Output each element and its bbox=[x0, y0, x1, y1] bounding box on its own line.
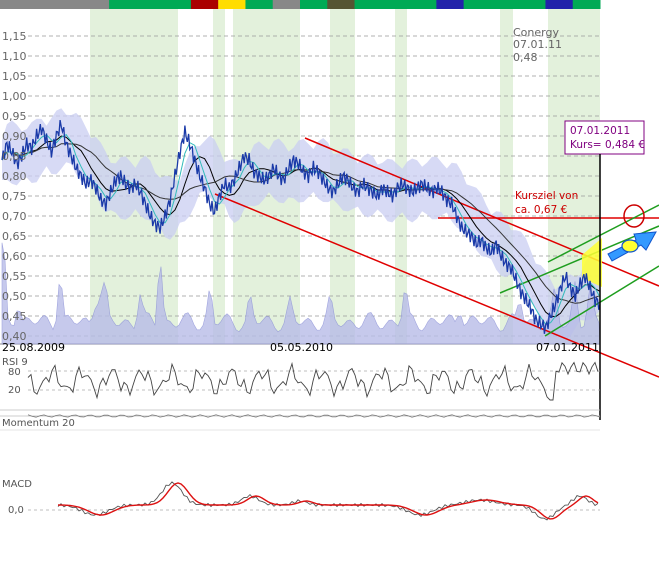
y-tick-label: 0,95 bbox=[2, 110, 27, 123]
y-tick-label: 1,00 bbox=[2, 90, 27, 103]
target-label-line2: ca. 0,67 € bbox=[515, 204, 567, 216]
momentum-label: Momentum 20 bbox=[2, 418, 75, 429]
top-strip-segment bbox=[327, 0, 356, 9]
y-tick-label: 0,45 bbox=[2, 310, 27, 323]
y-tick-label: 0,80 bbox=[2, 170, 27, 183]
instrument-date: 07.01.11 bbox=[513, 38, 562, 51]
x-label-start: 25.08.2009 bbox=[2, 341, 65, 354]
top-strip-segment bbox=[245, 0, 274, 9]
top-strip-segment bbox=[0, 0, 28, 9]
y-tick-label: 0,60 bbox=[2, 250, 27, 263]
macd-line bbox=[57, 481, 599, 521]
y-tick-label: 0,75 bbox=[2, 190, 27, 203]
top-strip-segment bbox=[54, 0, 83, 9]
top-strip-segment bbox=[190, 0, 219, 9]
top-strip-segment bbox=[463, 0, 492, 9]
y-tick-label: 1,15 bbox=[2, 30, 27, 43]
macd-signal-line bbox=[57, 482, 599, 520]
y-tick-label: 1,05 bbox=[2, 70, 27, 83]
top-strip-segment bbox=[545, 0, 574, 9]
target-circle bbox=[623, 204, 645, 228]
x-label-middle: 05.05.2010 bbox=[270, 341, 333, 354]
top-strip-segment bbox=[272, 0, 301, 9]
target-label-line1: Kursziel von bbox=[515, 190, 578, 202]
top-strip-segment bbox=[354, 0, 383, 9]
top-strip-segment bbox=[436, 0, 465, 9]
up-arrow-icon bbox=[607, 231, 657, 262]
green-band bbox=[500, 9, 513, 344]
red-upper-channel-line bbox=[304, 137, 659, 287]
y-tick-label: 0,70 bbox=[2, 210, 27, 223]
stock-chart: 1,15 1,10 1,05 1,00 0,95 0,90 0,85 0,80 0,75 0,70… bbox=[0, 0, 659, 521]
rsi-tick-80: 80 bbox=[8, 367, 21, 378]
top-strip-segment bbox=[572, 0, 601, 9]
top-strip-segment bbox=[163, 0, 192, 9]
y-tick-label: 1,10 bbox=[2, 50, 27, 63]
top-strip-segment bbox=[109, 0, 137, 9]
top-strip-segment bbox=[300, 0, 328, 9]
top-strip-segment bbox=[81, 0, 110, 9]
rsi-panel: RSI 9 80 20 bbox=[0, 357, 600, 411]
top-strip-segment bbox=[381, 0, 410, 9]
y-tick-label: 0,85 bbox=[2, 150, 27, 163]
chart-stage: 1,15 1,10 1,05 1,00 0,95 0,90 0,85 0,80 0,75 0,70… bbox=[0, 0, 659, 571]
top-strip-segment bbox=[409, 0, 437, 9]
tooltip-price: Kurs= 0,484 € bbox=[570, 139, 645, 151]
macd-label: MACD bbox=[2, 479, 32, 490]
rsi-line bbox=[27, 361, 599, 401]
momentum-panel: Momentum 20 bbox=[0, 414, 601, 431]
y-axis-tick-labels: 1,15 1,10 1,05 1,00 0,95 0,90 0,85 0,80 0,75 0,70… bbox=[2, 30, 27, 343]
y-tick-label: 0,55 bbox=[2, 270, 27, 283]
macd-panel: MACD 0,0 bbox=[2, 479, 600, 521]
rsi-tick-20: 20 bbox=[8, 385, 21, 396]
macd-tick-zero: 0,0 bbox=[8, 505, 24, 516]
top-strip-segment bbox=[136, 0, 165, 9]
y-tick-label: 0,65 bbox=[2, 230, 27, 243]
top-strip-segment bbox=[218, 0, 246, 9]
top-strip-segment bbox=[518, 0, 546, 9]
top-strip-segment bbox=[490, 0, 519, 9]
x-label-end: 07.01.2011 bbox=[536, 341, 599, 354]
tooltip-date: 07.01.2011 bbox=[570, 125, 630, 137]
top-color-strip bbox=[0, 0, 601, 9]
y-tick-label: 0,50 bbox=[2, 290, 27, 303]
instrument-value: 0,48 bbox=[513, 51, 538, 64]
y-tick-label: 0,90 bbox=[2, 130, 27, 143]
top-strip-segment bbox=[27, 0, 56, 9]
